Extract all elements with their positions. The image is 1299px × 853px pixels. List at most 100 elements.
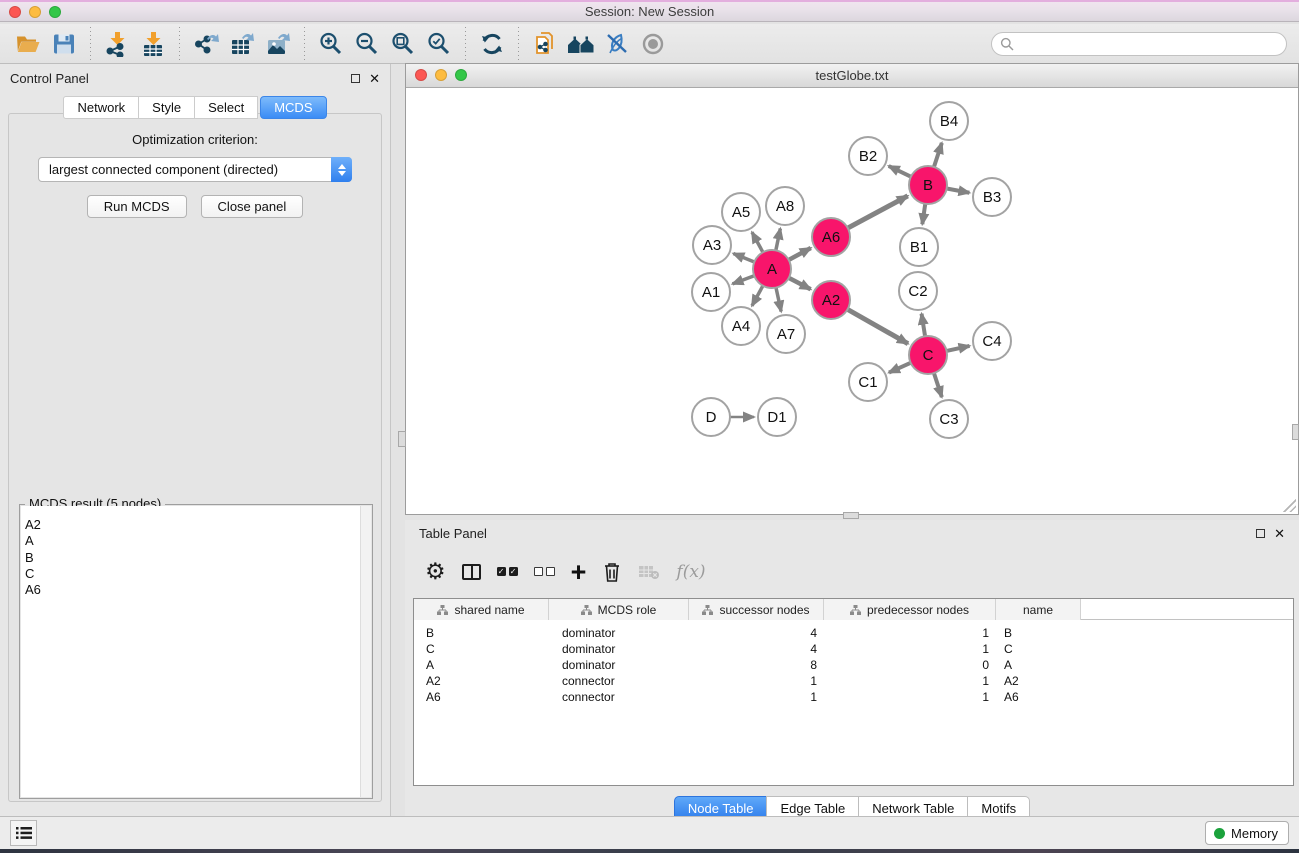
table-options-icon[interactable]: ⚙: [425, 557, 446, 587]
close-panel-icon[interactable]: ✕: [369, 74, 380, 83]
zoom-fit-icon[interactable]: [388, 29, 418, 59]
table-cell[interactable]: C: [414, 642, 549, 656]
graph-edge-B-B3[interactable]: [947, 189, 970, 193]
save-icon[interactable]: [49, 29, 79, 59]
network-zoom-icon[interactable]: [455, 69, 467, 81]
tab-style[interactable]: Style: [138, 96, 195, 119]
graph-node-B2[interactable]: B2: [849, 137, 887, 175]
table-cell[interactable]: A2: [414, 674, 549, 688]
float-table-panel-icon[interactable]: [1256, 529, 1265, 538]
column-header-successor-nodes[interactable]: successor nodes: [689, 599, 824, 620]
close-table-panel-icon[interactable]: ✕: [1274, 529, 1285, 538]
clone-network-icon[interactable]: [530, 29, 560, 59]
task-history-button[interactable]: [10, 820, 37, 846]
minimize-window-icon[interactable]: [29, 6, 41, 18]
graph-node-C4[interactable]: C4: [973, 322, 1011, 360]
graph-node-B[interactable]: B: [909, 166, 947, 204]
table-cell[interactable]: 0: [824, 658, 996, 672]
table-cell[interactable]: A: [996, 658, 1081, 672]
zoom-in-icon[interactable]: [316, 29, 346, 59]
search-input[interactable]: [1014, 37, 1278, 51]
table-cell[interactable]: 1: [824, 674, 996, 688]
graph-edge-A-A1[interactable]: [733, 276, 755, 284]
graph-edge-A-A5[interactable]: [752, 232, 763, 252]
table-cell[interactable]: dominator: [549, 642, 689, 656]
table-cell[interactable]: A2: [996, 674, 1081, 688]
graph-edge-A-A7[interactable]: [776, 288, 781, 312]
table-row[interactable]: A6connector11A6: [414, 689, 1293, 705]
graph-node-A8[interactable]: A8: [766, 187, 804, 225]
result-item[interactable]: A6: [21, 582, 371, 598]
network-graph[interactable]: AA1A2A3A4A5A6A7A8BB1B2B3B4CC1C2C3C4DD1: [406, 88, 1298, 514]
table-cell[interactable]: 1: [824, 626, 996, 640]
deselect-all-icon[interactable]: [534, 557, 555, 587]
column-header-predecessor-nodes[interactable]: predecessor nodes: [824, 599, 996, 620]
table-row[interactable]: Cdominator41C: [414, 641, 1293, 657]
table-cell[interactable]: 8: [689, 658, 824, 672]
select-all-icon[interactable]: ✓✓: [497, 557, 518, 587]
tab-mcds[interactable]: MCDS: [260, 96, 326, 119]
graph-edge-C-C1[interactable]: [889, 363, 911, 373]
column-header-shared-name[interactable]: shared name: [414, 599, 549, 620]
graph-edge-C-C4[interactable]: [947, 346, 970, 351]
table-cell[interactable]: A: [414, 658, 549, 672]
show-columns-icon[interactable]: [462, 557, 481, 587]
network-minimize-icon[interactable]: [435, 69, 447, 81]
graph-node-A7[interactable]: A7: [767, 315, 805, 353]
add-row-icon[interactable]: +: [571, 557, 587, 587]
table-cell[interactable]: A6: [996, 690, 1081, 704]
result-item[interactable]: B: [21, 550, 371, 566]
home-icon[interactable]: [566, 29, 596, 59]
graph-node-C[interactable]: C: [909, 336, 947, 374]
search-field[interactable]: [991, 32, 1287, 56]
column-header-MCDS-role[interactable]: MCDS role: [549, 599, 689, 620]
graph-edge-A-A4[interactable]: [752, 286, 763, 306]
table-cell[interactable]: C: [996, 642, 1081, 656]
splitter-grip-right[interactable]: [1292, 424, 1299, 440]
eye-icon[interactable]: [638, 29, 668, 59]
import-network-icon[interactable]: [102, 29, 132, 59]
hide-annotations-icon[interactable]: [602, 29, 632, 59]
network-close-icon[interactable]: [415, 69, 427, 81]
graph-node-A4[interactable]: A4: [722, 307, 760, 345]
table-cell[interactable]: dominator: [549, 626, 689, 640]
table-cell[interactable]: 4: [689, 626, 824, 640]
close-panel-button[interactable]: Close panel: [201, 195, 304, 218]
column-header-name[interactable]: name: [996, 599, 1081, 620]
graph-node-C1[interactable]: C1: [849, 363, 887, 401]
result-item[interactable]: C: [21, 566, 371, 582]
graph-edge-B-B1[interactable]: [922, 204, 925, 224]
delete-row-icon[interactable]: [602, 557, 622, 587]
graph-node-A[interactable]: A: [753, 250, 791, 288]
graph-node-B4[interactable]: B4: [930, 102, 968, 140]
import-table-icon[interactable]: [138, 29, 168, 59]
run-mcds-button[interactable]: Run MCDS: [87, 195, 187, 218]
graph-edge-B-B2[interactable]: [889, 166, 911, 177]
graph-node-A1[interactable]: A1: [692, 273, 730, 311]
refresh-layout-icon[interactable]: [477, 29, 507, 59]
table-cell[interactable]: 4: [689, 642, 824, 656]
graph-node-C3[interactable]: C3: [930, 400, 968, 438]
table-row[interactable]: Bdominator41B: [414, 625, 1293, 641]
graph-edge-A-A6[interactable]: [789, 248, 811, 260]
table-cell[interactable]: A6: [414, 690, 549, 704]
graph-node-A5[interactable]: A5: [722, 193, 760, 231]
graph-node-D1[interactable]: D1: [758, 398, 796, 436]
result-item[interactable]: A2: [21, 517, 371, 533]
graph-node-C2[interactable]: C2: [899, 272, 937, 310]
open-file-icon[interactable]: [13, 29, 43, 59]
float-panel-icon[interactable]: [351, 74, 360, 83]
graph-node-A2[interactable]: A2: [812, 281, 850, 319]
tab-select[interactable]: Select: [194, 96, 258, 119]
close-window-icon[interactable]: [9, 6, 21, 18]
graph-edge-A-A8[interactable]: [776, 229, 781, 251]
memory-button[interactable]: Memory: [1205, 821, 1289, 845]
table-cell[interactable]: 1: [824, 642, 996, 656]
table-cell[interactable]: connector: [549, 674, 689, 688]
graph-edge-A6-B[interactable]: [848, 196, 908, 228]
table-cell[interactable]: B: [414, 626, 549, 640]
table-row[interactable]: Adominator80A: [414, 657, 1293, 673]
table-cell[interactable]: 1: [824, 690, 996, 704]
zoom-window-icon[interactable]: [49, 6, 61, 18]
graph-edge-A2-C[interactable]: [848, 309, 908, 343]
